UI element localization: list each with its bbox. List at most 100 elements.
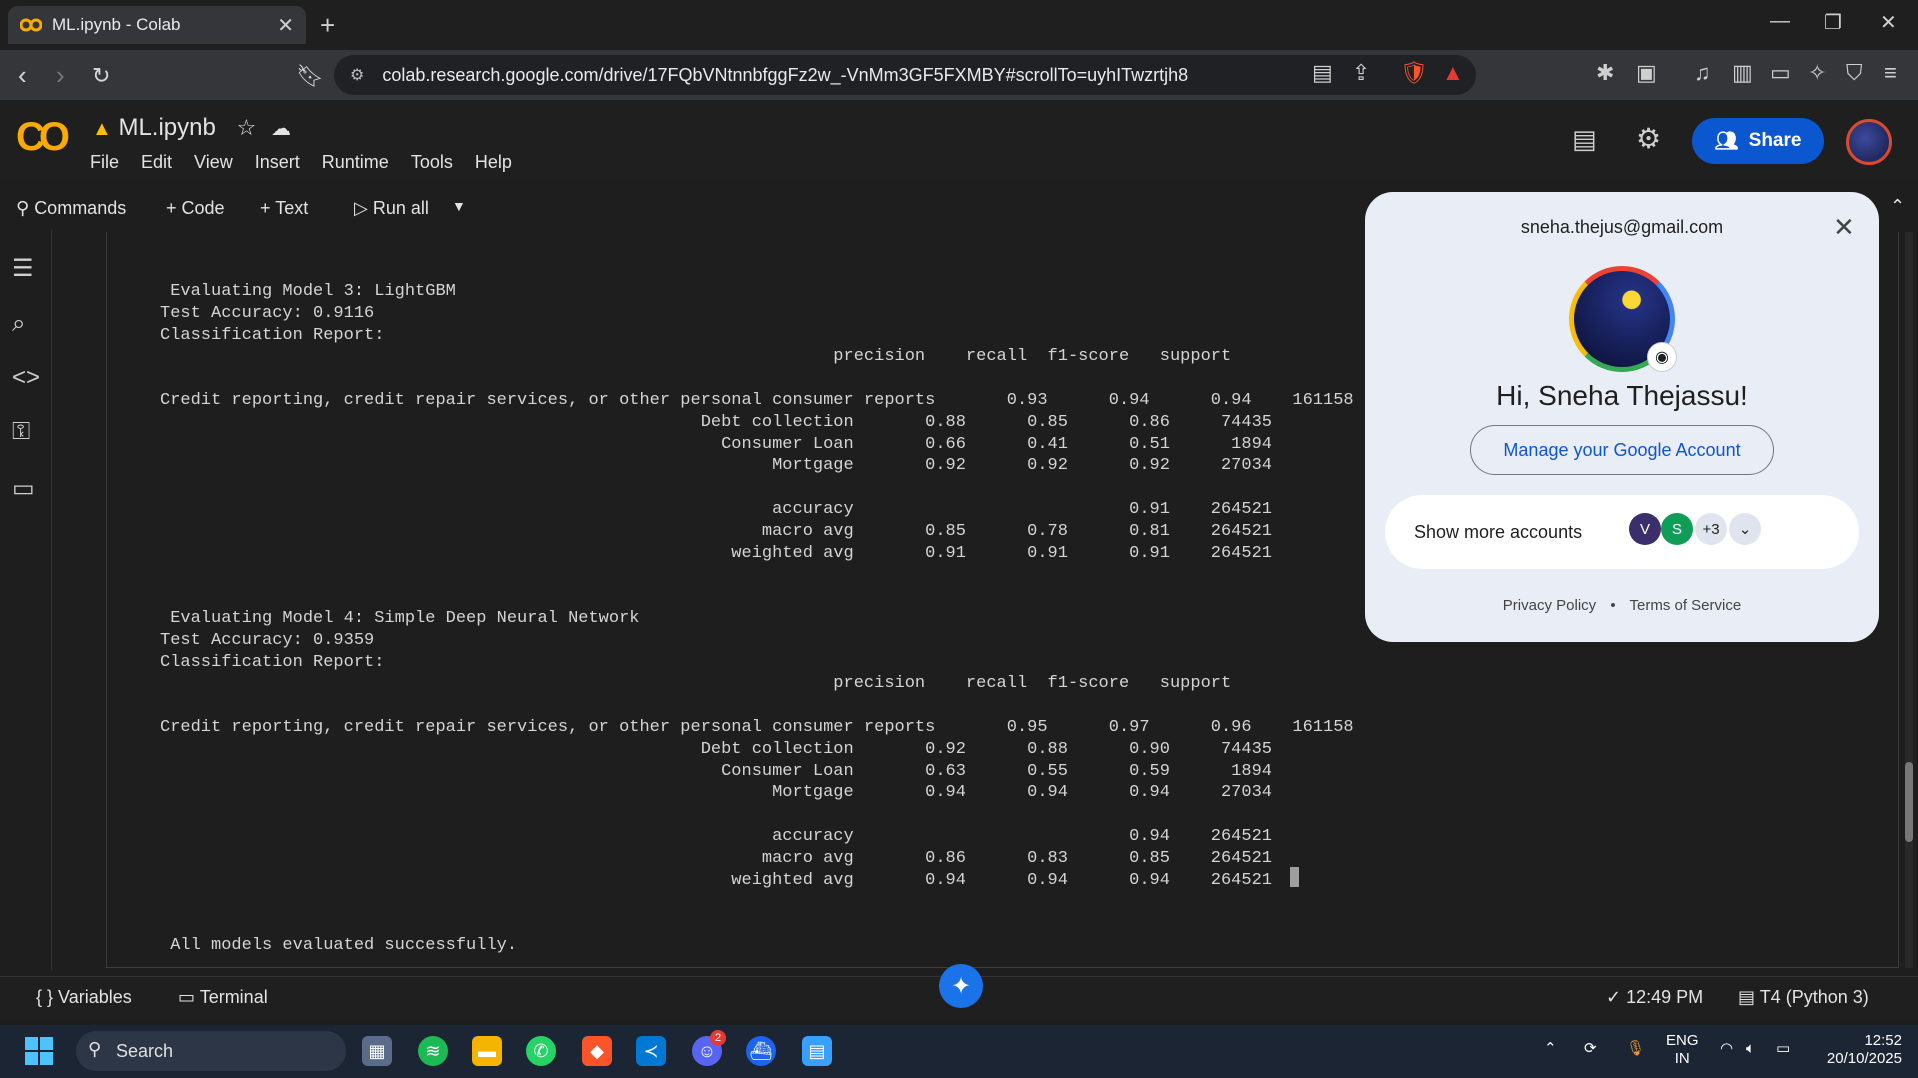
gemini-sparkle-icon[interactable]: ✦: [939, 964, 983, 1008]
minimize-icon[interactable]: —: [1770, 10, 1790, 33]
menu-edit[interactable]: Edit: [141, 152, 172, 173]
app-icon-tool[interactable]: ▦: [362, 1036, 392, 1066]
find-icon[interactable]: ⌕: [12, 310, 25, 338]
clock[interactable]: 12:52 20/10/2025: [1812, 1032, 1902, 1068]
back-icon[interactable]: ‹: [18, 60, 27, 91]
screenshot-icon[interactable]: ▣: [1636, 60, 1657, 86]
spotify-icon[interactable]: ≋: [418, 1036, 448, 1066]
vscode-icon[interactable]: ≺: [636, 1036, 666, 1066]
new-tab-icon[interactable]: +: [320, 10, 335, 41]
output-line: weighted avg 0.91 0.91 0.91 264521: [160, 543, 1272, 563]
manage-account-button[interactable]: Manage your Google Account: [1470, 425, 1774, 475]
menu-icon[interactable]: ≡: [1884, 60, 1897, 86]
collapse-icon[interactable]: ⌃: [1890, 196, 1905, 217]
add-code-button[interactable]: + Code: [166, 198, 225, 219]
address-bar[interactable]: ⚙ colab.research.google.com/drive/17FQbV…: [334, 55, 1476, 95]
close-window-icon[interactable]: ✕: [1880, 10, 1897, 35]
menu-file[interactable]: File: [90, 152, 119, 173]
privacy-link[interactable]: Privacy Policy: [1503, 597, 1596, 614]
chevron-down-icon[interactable]: ⌄: [1729, 513, 1761, 545]
taskbar-search[interactable]: ⚲ Search: [76, 1031, 346, 1071]
share-label: Share: [1748, 130, 1802, 151]
discord-badge: 2: [710, 1030, 726, 1046]
notepad-icon[interactable]: ▤: [802, 1036, 832, 1066]
leo-ai-icon[interactable]: ✧: [1808, 60, 1826, 86]
menu-help[interactable]: Help: [475, 152, 512, 173]
share-button[interactable]: 👥︎ Share: [1692, 118, 1824, 164]
extensions-icon[interactable]: ✱: [1596, 60, 1614, 86]
menu-insert[interactable]: Insert: [255, 152, 300, 173]
file-explorer-icon[interactable]: ▬: [472, 1036, 502, 1066]
close-icon[interactable]: ✕: [1833, 212, 1855, 243]
play-icon: ▷: [354, 198, 373, 218]
media-icon[interactable]: ♫: [1694, 60, 1711, 86]
battery-icon[interactable]: ▭: [1776, 1040, 1790, 1058]
language-indicator[interactable]: ENG IN: [1666, 1032, 1699, 1068]
cloud-saved-icon: ☁: [270, 118, 291, 140]
restore-icon[interactable]: ❐: [1824, 10, 1842, 35]
show-more-label: Show more accounts: [1414, 521, 1583, 542]
scrollbar[interactable]: [1905, 232, 1913, 968]
reader-mode-icon[interactable]: ▤: [1312, 60, 1333, 86]
code-snippets-icon[interactable]: <>: [12, 364, 40, 392]
site-info-icon[interactable]: ⚙: [350, 65, 364, 85]
output-line: macro avg 0.85 0.78 0.81 264521: [160, 521, 1272, 541]
secrets-key-icon[interactable]: ⚿: [12, 418, 30, 446]
runtime-status[interactable]: ▤ T4 (Python 3): [1738, 987, 1869, 1008]
output-line: Debt collection 0.88 0.85 0.86 74435: [160, 412, 1272, 432]
wifi-icon[interactable]: ◠: [1720, 1040, 1733, 1058]
volume-icon[interactable]: 🔈︎: [1746, 1040, 1755, 1058]
settings-gear-icon[interactable]: ⚙: [1636, 122, 1661, 155]
sync-icon[interactable]: ⟳: [1584, 1040, 1597, 1058]
run-all-button[interactable]: ▷ Run all: [354, 198, 429, 219]
share-page-icon[interactable]: ⇪: [1352, 60, 1370, 86]
variables-button[interactable]: { } Variables: [36, 987, 132, 1008]
run-all-dropdown-icon[interactable]: ▼: [452, 198, 466, 214]
show-more-accounts[interactable]: Show more accounts: [1385, 495, 1859, 569]
output-line: Classification Report:: [160, 325, 385, 345]
menu-tools[interactable]: Tools: [411, 152, 453, 173]
bookmark-icon[interactable]: 🔖︎: [296, 63, 324, 89]
windows-start-icon[interactable]: [24, 1036, 54, 1066]
vpn-icon[interactable]: ⛉: [1846, 60, 1863, 86]
terminal-icon: ▭: [178, 987, 200, 1007]
terminal-button[interactable]: ▭ Terminal: [178, 987, 268, 1008]
server-icon: ▤: [1738, 987, 1760, 1007]
comments-icon[interactable]: ▤: [1572, 124, 1597, 155]
sidebar-icon[interactable]: ▥: [1732, 60, 1753, 86]
camera-icon[interactable]: ◉: [1647, 342, 1677, 372]
menu-runtime[interactable]: Runtime: [322, 152, 389, 173]
reload-icon[interactable]: ↻: [92, 63, 110, 89]
tab-colab[interactable]: ML.ipynb - Colab ✕: [8, 6, 306, 44]
brave-rewards-icon[interactable]: ▲: [1442, 60, 1464, 86]
output-line: precision recall f1-score support: [160, 674, 1232, 694]
wallet-icon[interactable]: ▭: [1770, 60, 1791, 86]
scrollbar-thumb[interactable]: [1905, 762, 1913, 842]
left-sidebar: ☰ ⌕ <> ⚿ ▭: [0, 230, 52, 970]
colab-logo-icon[interactable]: CO: [16, 115, 70, 160]
execution-status[interactable]: ✓ 12:49 PM: [1606, 987, 1703, 1008]
notebook-title[interactable]: ▲ ML.ipynb ☆ ☁: [92, 114, 291, 142]
files-folder-icon[interactable]: ▭: [12, 474, 35, 503]
brave-browser-icon[interactable]: ◆: [582, 1036, 612, 1066]
commands-button[interactable]: ⚲ Commands: [16, 198, 126, 219]
terms-link[interactable]: Terms of Service: [1630, 597, 1742, 614]
forward-icon[interactable]: ›: [56, 60, 65, 91]
toc-icon[interactable]: ☰: [12, 254, 34, 283]
clock-date: 20/10/2025: [1826, 1050, 1902, 1067]
brave-shields-icon[interactable]: 🛡︎: [1400, 60, 1428, 86]
add-text-button[interactable]: + Text: [260, 198, 308, 219]
close-tab-icon[interactable]: ✕: [277, 13, 294, 38]
tray-expand-icon[interactable]: ⌃: [1544, 1040, 1557, 1058]
docker-icon[interactable]: ⛴: [746, 1036, 776, 1066]
notebook-filename[interactable]: ML.ipynb: [118, 114, 215, 141]
search-icon: ⚲: [88, 1039, 102, 1059]
whatsapp-icon[interactable]: ✆: [526, 1036, 556, 1066]
output-line: Credit reporting, credit repair services…: [160, 390, 1354, 410]
menu-view[interactable]: View: [194, 152, 233, 173]
star-icon[interactable]: ☆: [237, 115, 257, 140]
microphone-icon[interactable]: 🎙︎: [1626, 1040, 1645, 1058]
account-avatar[interactable]: [1846, 119, 1892, 165]
